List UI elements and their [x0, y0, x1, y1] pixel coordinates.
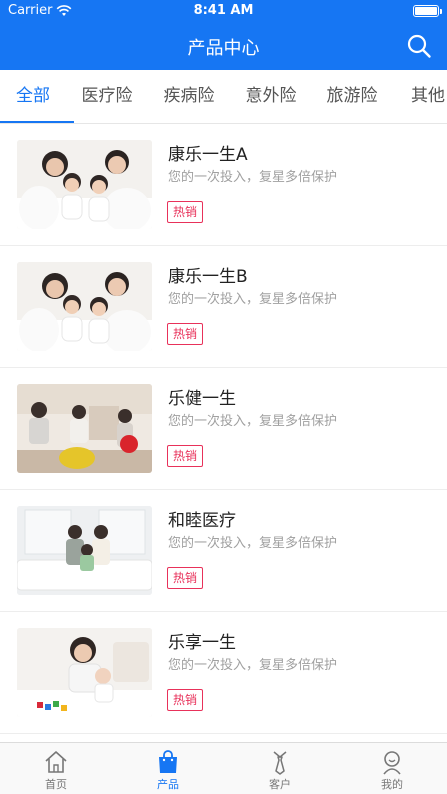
- tabbar-home-label: 首页: [45, 778, 67, 791]
- list-item[interactable]: 和睦医疗 您的一次投入，复星多倍保护 热销: [0, 490, 447, 612]
- tab-medical[interactable]: 医疗险: [71, 70, 143, 123]
- product-list: 康乐一生A 您的一次投入，复星多倍保护 热销 康乐一生B 您的一次投入，复星多倍…: [0, 124, 447, 734]
- status-time: 8:41 AM: [193, 3, 254, 18]
- search-icon[interactable]: [405, 32, 433, 60]
- status-bar: Carrier 8:41 AM: [0, 0, 447, 22]
- tabbar-products[interactable]: 产品: [112, 743, 224, 794]
- customer-tie-icon: [273, 751, 287, 775]
- shopping-bag-icon: [159, 750, 177, 773]
- battery-icon: [413, 5, 442, 17]
- hot-sale-badge: 热销: [167, 201, 203, 223]
- active-tab-indicator: [0, 121, 74, 123]
- profile-icon: [383, 751, 401, 775]
- tab-travel[interactable]: 旅游险: [316, 70, 388, 123]
- home-icon: [45, 751, 67, 773]
- page-title: 产品中心: [187, 38, 260, 59]
- tabbar-profile-label: 我的: [381, 778, 403, 791]
- tabbar-products-label: 产品: [157, 778, 179, 791]
- product-description: 您的一次投入，复星多倍保护: [168, 292, 338, 307]
- tabbar-customers-label: 客户: [269, 778, 291, 791]
- product-name: 康乐一生B: [168, 267, 248, 287]
- product-description: 您的一次投入，复星多倍保护: [168, 658, 338, 673]
- product-description: 您的一次投入，复星多倍保护: [168, 170, 338, 185]
- tab-accident[interactable]: 意外险: [235, 70, 307, 123]
- bottom-tab-bar: 首页 产品 客户 我的: [0, 742, 447, 794]
- tabbar-profile[interactable]: 我的: [336, 743, 447, 794]
- list-item[interactable]: 乐享一生 您的一次投入，复星多倍保护 热销: [0, 612, 447, 734]
- product-image: [17, 506, 152, 595]
- product-description: 您的一次投入，复星多倍保护: [168, 414, 338, 429]
- product-image: [17, 628, 152, 717]
- list-item[interactable]: 乐健一生 您的一次投入，复星多倍保护 热销: [0, 368, 447, 490]
- product-description: 您的一次投入，复星多倍保护: [168, 536, 338, 551]
- tabbar-home[interactable]: 首页: [0, 743, 112, 794]
- product-name: 乐享一生: [168, 633, 236, 653]
- product-name: 和睦医疗: [168, 511, 236, 531]
- product-image: [17, 384, 152, 473]
- product-name: 康乐一生A: [168, 145, 248, 165]
- hot-sale-badge: 热销: [167, 445, 203, 467]
- tabbar-customers[interactable]: 客户: [224, 743, 336, 794]
- product-image: [17, 140, 152, 229]
- tab-other[interactable]: 其他: [400, 70, 447, 123]
- list-item[interactable]: 康乐一生B 您的一次投入，复星多倍保护 热销: [0, 246, 447, 368]
- tab-disease[interactable]: 疾病险: [153, 70, 225, 123]
- product-name: 乐健一生: [168, 389, 236, 409]
- product-image: [17, 262, 152, 351]
- category-tabs: 全部 医疗险 疾病险 意外险 旅游险 其他: [0, 70, 447, 124]
- top-bar: Carrier 8:41 AM 产品中心: [0, 0, 447, 70]
- list-item[interactable]: 康乐一生A 您的一次投入，复星多倍保护 热销: [0, 124, 447, 246]
- hot-sale-badge: 热销: [167, 689, 203, 711]
- tab-all[interactable]: 全部: [0, 70, 66, 123]
- hot-sale-badge: 热销: [167, 323, 203, 345]
- hot-sale-badge: 热销: [167, 567, 203, 589]
